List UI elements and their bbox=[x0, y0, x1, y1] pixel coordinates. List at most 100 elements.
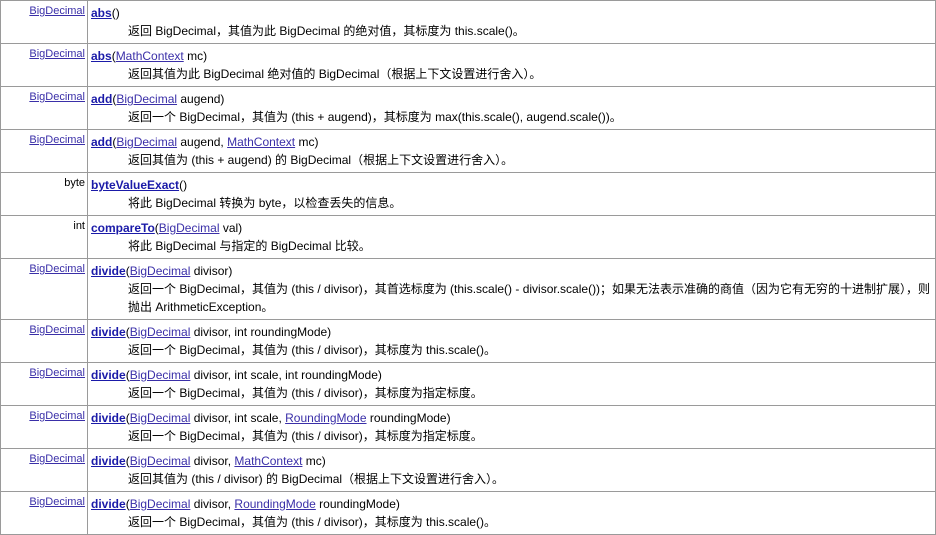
method-signature: divide(BigDecimal divisor, RoundingMode … bbox=[91, 497, 400, 511]
method-name-link[interactable]: divide bbox=[91, 497, 126, 511]
method-name-link[interactable]: abs bbox=[91, 6, 112, 20]
return-type: byte bbox=[64, 177, 85, 189]
return-type-cell: BigDecimal bbox=[0, 362, 88, 406]
return-type: int bbox=[73, 220, 85, 232]
return-type-cell: int bbox=[0, 215, 88, 259]
method-row: BigDecimal divide(BigDecimal divisor) 返回一个… bbox=[0, 258, 936, 320]
return-type-cell: BigDecimal bbox=[0, 129, 88, 173]
method-row: BigDecimal divide(BigDecimal divisor, Mat… bbox=[0, 448, 936, 492]
param-type-link[interactable]: BigDecimal bbox=[130, 264, 191, 278]
method-signature: divide(BigDecimal divisor, int scale, in… bbox=[91, 368, 382, 382]
param-name: mc bbox=[298, 135, 315, 149]
method-row: BigDecimal divide(BigDecimal divisor, int… bbox=[0, 319, 936, 363]
method-description: 返回一个 BigDecimal，其值为 (this / divisor)，其标度… bbox=[128, 343, 497, 357]
method-row: BigDecimal divide(BigDecimal divisor, int… bbox=[0, 362, 936, 406]
method-signature: divide(BigDecimal divisor, int roundingM… bbox=[91, 325, 332, 339]
param-type: int bbox=[234, 368, 248, 382]
method-name-link[interactable]: divide bbox=[91, 264, 126, 278]
param-name: mc bbox=[187, 49, 204, 63]
return-type-link[interactable]: BigDecimal bbox=[29, 367, 85, 379]
method-description: 将此 BigDecimal 转换为 byte，以检查丢失的信息。 bbox=[128, 196, 402, 210]
param-name: divisor bbox=[193, 264, 229, 278]
return-type-link[interactable]: BigDecimal bbox=[29, 91, 85, 103]
method-cell: divide(BigDecimal divisor, MathContext m… bbox=[87, 448, 936, 492]
param-type-link[interactable]: BigDecimal bbox=[130, 497, 191, 511]
param-type-link[interactable]: RoundingMode bbox=[285, 411, 366, 425]
method-description: 返回一个 BigDecimal，其值为 (this / divisor)，其首选… bbox=[128, 282, 931, 314]
return-type-cell: BigDecimal bbox=[0, 491, 88, 535]
method-summary-table: BigDecimal abs() 返回 BigDecimal，其值为此 BigDec… bbox=[0, 0, 936, 535]
param-type: int bbox=[234, 411, 248, 425]
method-name-link[interactable]: add bbox=[91, 92, 112, 106]
method-description: 返回一个 BigDecimal，其值为 (this / divisor)，其标度… bbox=[128, 429, 483, 443]
param-type-link[interactable]: BigDecimal bbox=[116, 92, 177, 106]
param-name: roundingMode bbox=[369, 411, 447, 425]
method-description: 将此 BigDecimal 与指定的 BigDecimal 比较。 bbox=[128, 239, 371, 253]
method-name-link[interactable]: divide bbox=[91, 411, 126, 425]
param-type-link[interactable]: BigDecimal bbox=[130, 368, 191, 382]
method-name-link[interactable]: compareTo bbox=[91, 221, 155, 235]
param-name: divisor bbox=[193, 411, 228, 425]
method-description: 返回 BigDecimal，其值为此 BigDecimal 的绝对值，其标度为 … bbox=[128, 24, 525, 38]
method-name-link[interactable]: add bbox=[91, 135, 112, 149]
method-row: BigDecimal abs(MathContext mc) 返回其值为此 BigD… bbox=[0, 43, 936, 87]
method-cell: byteValueExact() 将此 BigDecimal 转换为 byte，以… bbox=[87, 172, 936, 216]
method-cell: divide(BigDecimal divisor) 返回一个 BigDecima… bbox=[87, 258, 936, 320]
method-description: 返回一个 BigDecimal，其值为 (this / divisor)，其标度… bbox=[128, 515, 497, 529]
param-type: int bbox=[285, 368, 298, 382]
param-type-link[interactable]: RoundingMode bbox=[234, 497, 315, 511]
return-type-link[interactable]: BigDecimal bbox=[29, 263, 85, 275]
return-type-cell: BigDecimal bbox=[0, 319, 88, 363]
return-type-link[interactable]: BigDecimal bbox=[29, 496, 85, 508]
method-row: BigDecimal add(BigDecimal augend) 返回一个 Big… bbox=[0, 86, 936, 130]
param-name: divisor bbox=[193, 325, 228, 339]
method-signature: add(BigDecimal augend) bbox=[91, 92, 225, 106]
method-row: BigDecimal add(BigDecimal augend, MathCon… bbox=[0, 129, 936, 173]
param-name: roundingMode bbox=[301, 368, 378, 382]
return-type-link[interactable]: BigDecimal bbox=[29, 410, 85, 422]
return-type-link[interactable]: BigDecimal bbox=[29, 48, 85, 60]
param-name: roundingMode bbox=[319, 497, 396, 511]
method-name-link[interactable]: divide bbox=[91, 454, 126, 468]
param-name: scale bbox=[250, 368, 279, 382]
return-type-link[interactable]: BigDecimal bbox=[29, 324, 85, 336]
method-signature: divide(BigDecimal divisor, int scale, Ro… bbox=[91, 411, 451, 425]
method-row: BigDecimal divide(BigDecimal divisor, int… bbox=[0, 405, 936, 449]
method-cell: abs() 返回 BigDecimal，其值为此 BigDecimal 的绝对值，… bbox=[87, 0, 936, 44]
method-name-link[interactable]: divide bbox=[91, 368, 126, 382]
method-name-link[interactable]: divide bbox=[91, 325, 126, 339]
param-type-link[interactable]: BigDecimal bbox=[130, 454, 191, 468]
param-name: augend bbox=[180, 92, 221, 106]
method-description: 返回一个 BigDecimal，其值为 (this / divisor)，其标度… bbox=[128, 386, 483, 400]
return-type-link[interactable]: BigDecimal bbox=[29, 5, 85, 17]
method-name-link[interactable]: abs bbox=[91, 49, 112, 63]
param-type-link[interactable]: MathContext bbox=[227, 135, 295, 149]
method-description: 返回其值为 (this + augend) 的 BigDecimal（根据上下文… bbox=[128, 153, 514, 167]
param-name: divisor bbox=[193, 454, 228, 468]
method-cell: divide(BigDecimal divisor, int scale, in… bbox=[87, 362, 936, 406]
method-description: 返回一个 BigDecimal，其值为 (this + augend)，其标度为… bbox=[128, 110, 622, 124]
method-row: byte byteValueExact() 将此 BigDecimal 转换为 by… bbox=[0, 172, 936, 216]
param-type-link[interactable]: BigDecimal bbox=[116, 135, 177, 149]
method-name-link[interactable]: byteValueExact bbox=[91, 178, 179, 192]
param-type-link[interactable]: MathContext bbox=[116, 49, 184, 63]
param-name: roundingMode bbox=[250, 325, 328, 339]
param-name: val bbox=[222, 221, 239, 235]
method-summary-body: BigDecimal abs() 返回 BigDecimal，其值为此 BigDec… bbox=[0, 0, 936, 535]
method-cell: add(BigDecimal augend, MathContext mc) 返回… bbox=[87, 129, 936, 173]
return-type-cell: BigDecimal bbox=[0, 448, 88, 492]
param-name: mc bbox=[305, 454, 322, 468]
method-description: 返回其值为 (this / divisor) 的 BigDecimal（根据上下… bbox=[128, 472, 505, 486]
method-cell: compareTo(BigDecimal val) 将此 BigDecimal 与… bbox=[87, 215, 936, 259]
param-type-link[interactable]: MathContext bbox=[234, 454, 302, 468]
param-name: divisor bbox=[193, 368, 228, 382]
return-type-link[interactable]: BigDecimal bbox=[29, 134, 85, 146]
return-type-link[interactable]: BigDecimal bbox=[29, 453, 85, 465]
param-name: scale bbox=[250, 411, 279, 425]
method-signature: abs() bbox=[91, 6, 120, 20]
param-name: augend bbox=[180, 135, 221, 149]
param-type-link[interactable]: BigDecimal bbox=[130, 325, 191, 339]
param-type-link[interactable]: BigDecimal bbox=[159, 221, 220, 235]
method-cell: divide(BigDecimal divisor, int roundingM… bbox=[87, 319, 936, 363]
param-type-link[interactable]: BigDecimal bbox=[130, 411, 191, 425]
